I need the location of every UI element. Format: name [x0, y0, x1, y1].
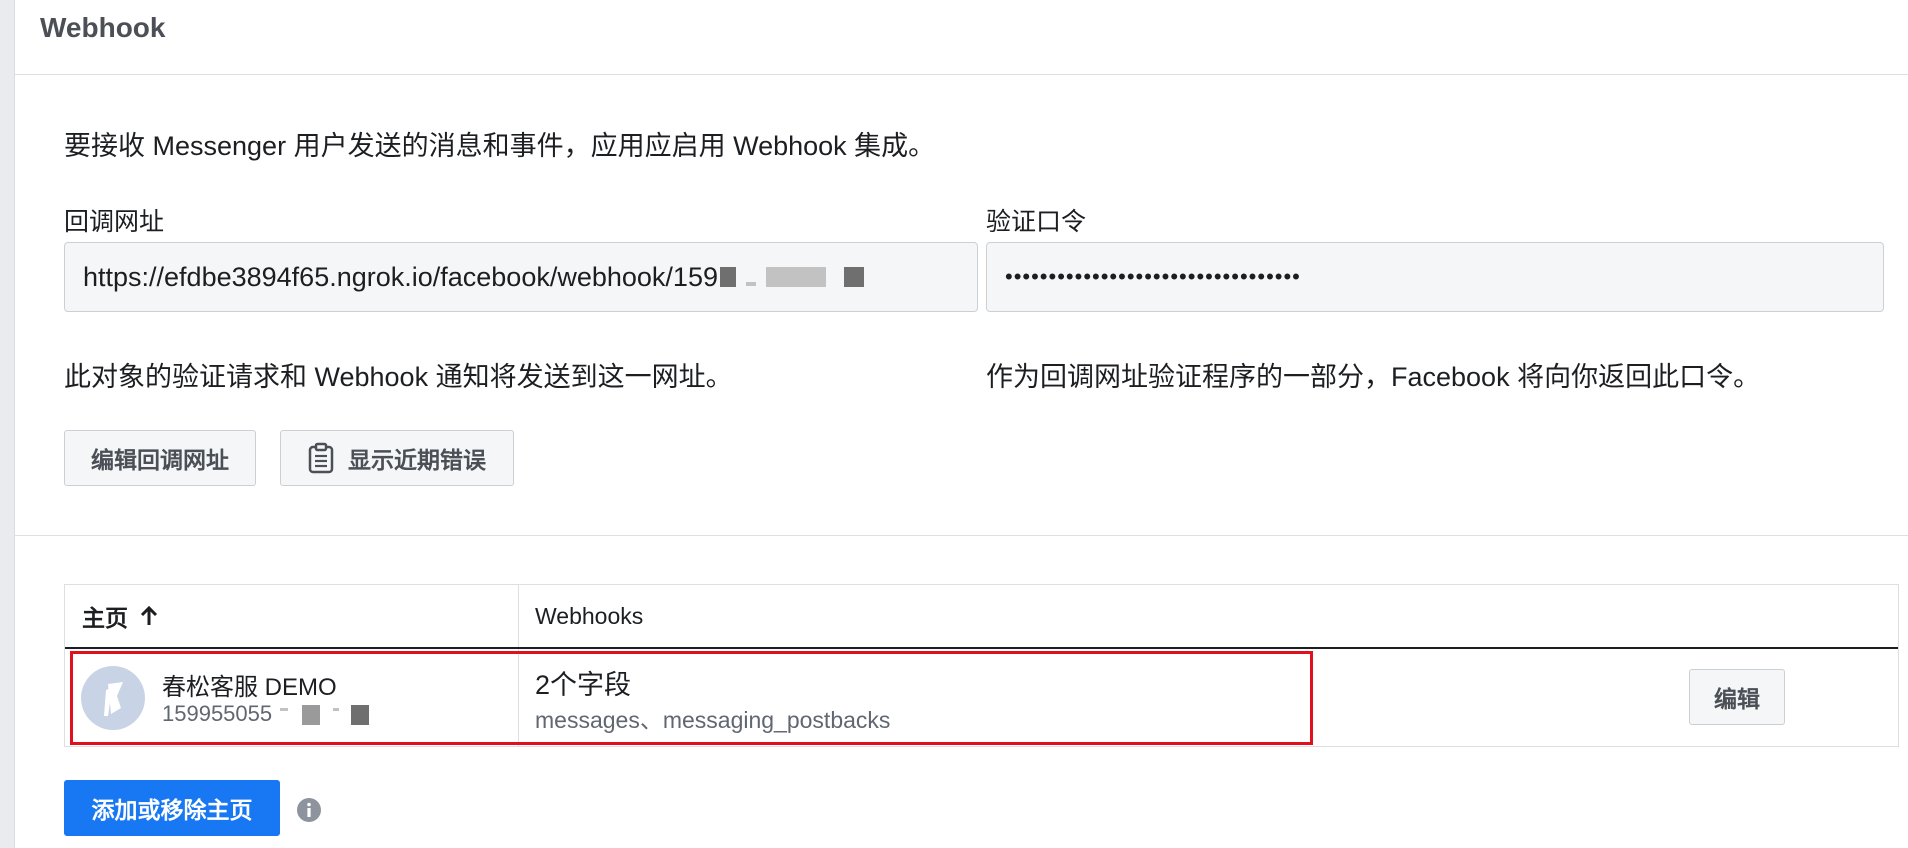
panel-title: Webhook — [40, 12, 166, 43]
callback-url-help: 此对象的验证请求和 Webhook 通知将发送到这一网址。 — [64, 362, 733, 392]
verify-token-value: •••••••••••••••••••••••••••••••••• — [1005, 264, 1301, 289]
redacted-block — [350, 705, 369, 726]
webhook-fields-list: messages、messaging_postbacks — [535, 707, 891, 733]
page-avatar — [81, 666, 145, 730]
verify-token-label: 验证口令 — [986, 208, 1087, 236]
table-header: 主页 Webhooks — [65, 585, 1898, 649]
redacted-block — [843, 267, 864, 287]
clipboard-icon — [308, 442, 334, 474]
page-name: 春松客服 DEMO — [162, 674, 337, 701]
add-remove-pages-label: 添加或移除主页 — [91, 797, 253, 823]
column-header-webhooks: Webhooks — [535, 602, 644, 629]
redacted-block — [332, 707, 339, 711]
page-id-value: 159955055 — [162, 701, 273, 726]
column-header-page[interactable]: 主页 — [82, 585, 158, 647]
page-id: 159955055 — [162, 701, 369, 727]
edit-page-button[interactable]: 编辑 — [1689, 669, 1785, 725]
webhook-panel: Webhook 要接收 Messenger 用户发送的消息和事件，应用应启用 W… — [15, 0, 1908, 848]
callback-url-value: https://efdbe3894f65.ngrok.io/facebook/w… — [83, 261, 718, 292]
table-row: 春松客服 DEMO 159955055 2个字段 messages、messag… — [65, 649, 1898, 746]
redacted-block — [745, 282, 756, 286]
left-gutter — [0, 0, 15, 848]
callback-url-field[interactable]: https://efdbe3894f65.ngrok.io/facebook/w… — [64, 242, 978, 312]
show-recent-errors-button[interactable]: 显示近期错误 — [280, 430, 514, 486]
edit-page-label: 编辑 — [1714, 686, 1760, 712]
pages-table: 主页 Webhooks 春松客服 DEMO 159955055 2个字段 mes… — [64, 584, 1899, 747]
add-remove-pages-button[interactable]: 添加或移除主页 — [64, 780, 280, 836]
show-recent-errors-label: 显示近期错误 — [348, 447, 486, 473]
verify-token-help: 作为回调网址验证程序的一部分，Facebook 将向你返回此口令。 — [986, 362, 1761, 392]
callback-url-label: 回调网址 — [64, 208, 165, 236]
edit-callback-url-label: 编辑回调网址 — [91, 447, 229, 473]
intro-text: 要接收 Messenger 用户发送的消息和事件，应用应启用 Webhook 集… — [64, 131, 936, 161]
arrow-up-icon — [140, 605, 158, 627]
panel-header: Webhook — [15, 0, 1908, 75]
page-flag-icon — [104, 682, 123, 716]
redacted-block — [280, 707, 289, 711]
info-icon[interactable] — [296, 797, 322, 823]
redacted-block — [719, 267, 736, 287]
webhook-fields-count: 2个字段 — [535, 670, 632, 700]
edit-callback-url-button[interactable]: 编辑回调网址 — [64, 430, 256, 486]
column-header-page-label: 主页 — [82, 605, 128, 631]
redacted-block — [765, 267, 826, 287]
section-divider — [15, 535, 1908, 536]
verify-token-field[interactable]: •••••••••••••••••••••••••••••••••• — [986, 242, 1884, 312]
redacted-block — [302, 705, 321, 726]
